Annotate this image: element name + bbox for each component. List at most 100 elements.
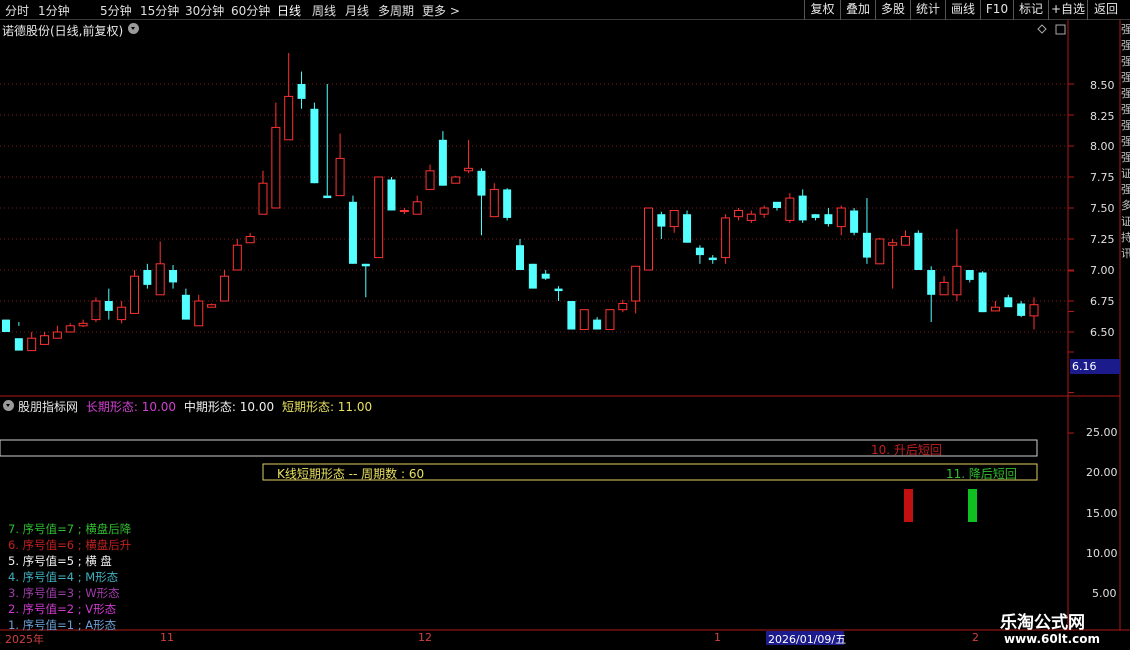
- candle-body: [978, 272, 987, 313]
- candle-body: [862, 232, 871, 258]
- candle-body: [52, 331, 62, 339]
- candle-body: [528, 263, 537, 289]
- candle-body: [374, 176, 384, 259]
- candle-body: [2, 319, 10, 332]
- candle-body: [567, 301, 576, 330]
- legend-item-6: 6. 序号值=6 ; 横盘后升: [8, 538, 132, 552]
- indicator-dropdown-icon[interactable]: [3, 400, 14, 411]
- date-axis-current: 2026/01/09/五: [768, 633, 847, 646]
- box-short-title: K线短期形态 -- 周期数 : 60: [277, 467, 425, 481]
- signal-bar-green: [968, 489, 977, 522]
- candle-body: [219, 275, 229, 302]
- candle-body: [387, 179, 396, 211]
- candle-body: [258, 182, 268, 215]
- candle-body: [425, 170, 435, 190]
- right-info-strip: 强强强强强强强强强证强多证持讯: [1121, 23, 1130, 260]
- candle-body: [1017, 303, 1026, 316]
- candle-body: [207, 304, 217, 308]
- candle-body: [91, 300, 101, 321]
- candle-body: [850, 210, 859, 233]
- candle-body: [605, 309, 615, 331]
- price-axis-label: 7.25: [1090, 233, 1115, 246]
- candle-body: [759, 207, 769, 215]
- price-axis-label: 7.50: [1090, 202, 1115, 215]
- candle-body: [579, 309, 589, 331]
- signal-bar-red: [904, 489, 913, 522]
- candle-body: [798, 195, 807, 221]
- candle-body: [464, 167, 474, 172]
- candle-body: [785, 197, 795, 221]
- candle-body: [412, 201, 422, 215]
- price-axis-label: 7.00: [1090, 264, 1115, 277]
- indicator-name: 股朋指标网: [18, 400, 79, 414]
- candle-body: [503, 189, 512, 218]
- indicator-axis-label: 10.00: [1086, 547, 1118, 560]
- legend-item-5: 5. 序号值=5 ; 横 盘: [8, 554, 112, 568]
- current-price-value: 6.16: [1072, 360, 1097, 373]
- candle-body: [657, 214, 666, 227]
- indicator-axis-label: 25.00: [1086, 426, 1118, 439]
- date-axis-dec: 12: [418, 631, 432, 644]
- price-axis-label: 6.50: [1090, 326, 1115, 339]
- candle-body: [181, 294, 190, 320]
- chart-canvas[interactable]: [0, 0, 1130, 650]
- candle-body: [323, 195, 332, 199]
- candle-body: [27, 337, 37, 352]
- candle-body: [914, 232, 923, 270]
- box-long-text: 10. 升后短回: [871, 443, 942, 457]
- candle-body: [695, 247, 704, 256]
- candle-body: [683, 214, 692, 243]
- mid-term-value: 中期形态: 10.00: [183, 400, 275, 414]
- candle-body: [875, 238, 885, 265]
- legend-item-4: 4. 序号值=4 ; M形态: [8, 570, 119, 584]
- candle-body: [593, 319, 602, 330]
- candle-body: [965, 270, 974, 280]
- price-axis-label: 8.50: [1090, 79, 1115, 92]
- candle-body: [130, 275, 139, 314]
- stock-title: 诺德股份(日线,前复权): [2, 24, 124, 38]
- indicator-header: 股朋指标网 长期形态: 10.00 中期形态: 10.00 短期形态: 11.0…: [18, 398, 372, 415]
- candle-body: [631, 265, 641, 302]
- candle-body: [232, 244, 242, 271]
- price-axis-label: 7.75: [1090, 171, 1115, 184]
- diamond-icon[interactable]: [1037, 24, 1047, 34]
- candle-body: [541, 273, 550, 279]
- candle-body: [297, 84, 306, 99]
- candle-body: [451, 176, 461, 184]
- indicator-axis-label: 5.00: [1092, 587, 1117, 600]
- price-axis-label: 8.25: [1090, 110, 1115, 123]
- price-axis-label: 8.00: [1090, 140, 1115, 153]
- price-axis-label: 6.75: [1090, 295, 1115, 308]
- candle-body: [245, 236, 255, 244]
- watermark-url: www.60lt.com: [1004, 632, 1101, 646]
- legend-item-7: 7. 序号值=7 ; 横盘后降: [8, 522, 132, 536]
- candle-body: [618, 302, 628, 311]
- candle-body: [104, 301, 113, 311]
- candle-body: [721, 217, 731, 259]
- candle-body: [824, 214, 833, 225]
- candle-body: [901, 236, 910, 246]
- candle-body: [811, 214, 820, 218]
- box-short-right: 11. 降后短回: [946, 467, 1017, 481]
- date-axis-jan: 1: [714, 631, 721, 644]
- legend-item-3: 3. 序号值=3 ; W形态: [8, 586, 120, 600]
- candle-body: [143, 270, 152, 285]
- date-axis-year: 2025年: [5, 633, 44, 646]
- candle-body: [708, 257, 717, 261]
- legend-item-2: 2. 序号值=2 ; V形态: [8, 602, 117, 616]
- candle-body: [348, 201, 357, 264]
- candle-body: [554, 288, 563, 292]
- candle-body: [927, 270, 936, 295]
- candle-body: [746, 213, 756, 221]
- candle-body: [169, 270, 178, 283]
- candle-body: [194, 300, 204, 327]
- candle-body: [477, 170, 486, 196]
- candle-body: [669, 209, 679, 228]
- candle-body: [1029, 304, 1039, 317]
- title-dropdown-icon[interactable]: [128, 23, 139, 34]
- indicator-axis-label: 20.00: [1086, 466, 1118, 479]
- maximize-icon[interactable]: [1055, 24, 1066, 35]
- candle-body: [117, 306, 127, 321]
- date-axis-nov: 11: [160, 631, 174, 644]
- candle-body: [284, 95, 294, 141]
